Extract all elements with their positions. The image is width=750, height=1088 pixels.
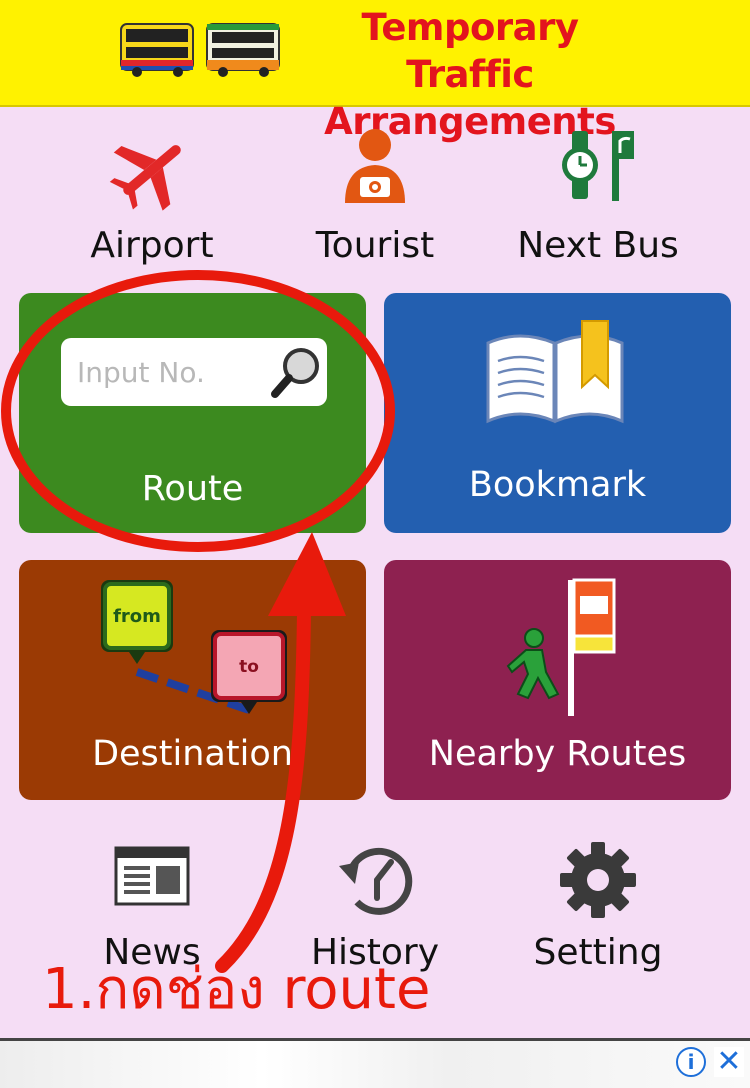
airplane-icon	[109, 145, 181, 211]
ad-close-icon[interactable]: ✕	[714, 1047, 744, 1077]
bookmark-label: Bookmark	[468, 465, 647, 505]
from-tag: from	[113, 606, 161, 627]
next-bus-label: Next Bus	[517, 225, 679, 266]
walking-bus-stop-icon	[506, 578, 616, 716]
setting-button[interactable]: Setting	[486, 840, 710, 990]
destination-tile[interactable]: from to Destination	[19, 560, 366, 800]
route-tile[interactable]: Route	[19, 293, 366, 533]
header-banner: Temporary Traffic Arrangements	[0, 0, 750, 143]
airport-label: Airport	[90, 225, 214, 266]
airport-button[interactable]: Airport	[40, 125, 264, 275]
bus-icon	[120, 23, 194, 77]
title-line-1: Temporary Traffic	[361, 6, 579, 96]
route-label: Route	[141, 469, 244, 509]
bookmark-tile[interactable]: Bookmark	[384, 293, 731, 533]
nearby-routes-label: Nearby Routes	[428, 734, 687, 774]
app-title: Temporary Traffic Arrangements	[300, 4, 640, 145]
bus-icon	[206, 23, 280, 77]
history-icon	[339, 847, 413, 915]
search-icon[interactable]	[267, 344, 325, 402]
destination-label: Destination	[92, 734, 293, 774]
route-number-input[interactable]	[75, 348, 259, 396]
from-to-map-icon: from to	[101, 580, 287, 716]
to-tag: to	[239, 657, 259, 677]
tourist-label: Tourist	[315, 225, 435, 266]
book-icon	[486, 320, 624, 424]
ad-info-icon[interactable]: i	[676, 1047, 706, 1077]
next-bus-button[interactable]: Next Bus	[486, 125, 710, 275]
newspaper-icon	[114, 846, 190, 906]
route-search-box[interactable]	[61, 338, 327, 406]
tourist-camera-icon	[345, 129, 405, 203]
setting-label: Setting	[533, 932, 663, 973]
tourist-button[interactable]: Tourist	[263, 125, 487, 275]
nearby-routes-tile[interactable]: Nearby Routes	[384, 560, 731, 800]
annotation-instruction: 1.กดช่อง route	[42, 957, 431, 1022]
gear-icon	[560, 842, 636, 918]
watch-bus-stop-icon	[562, 131, 634, 201]
ad-banner[interactable]: i ✕	[0, 1038, 750, 1088]
